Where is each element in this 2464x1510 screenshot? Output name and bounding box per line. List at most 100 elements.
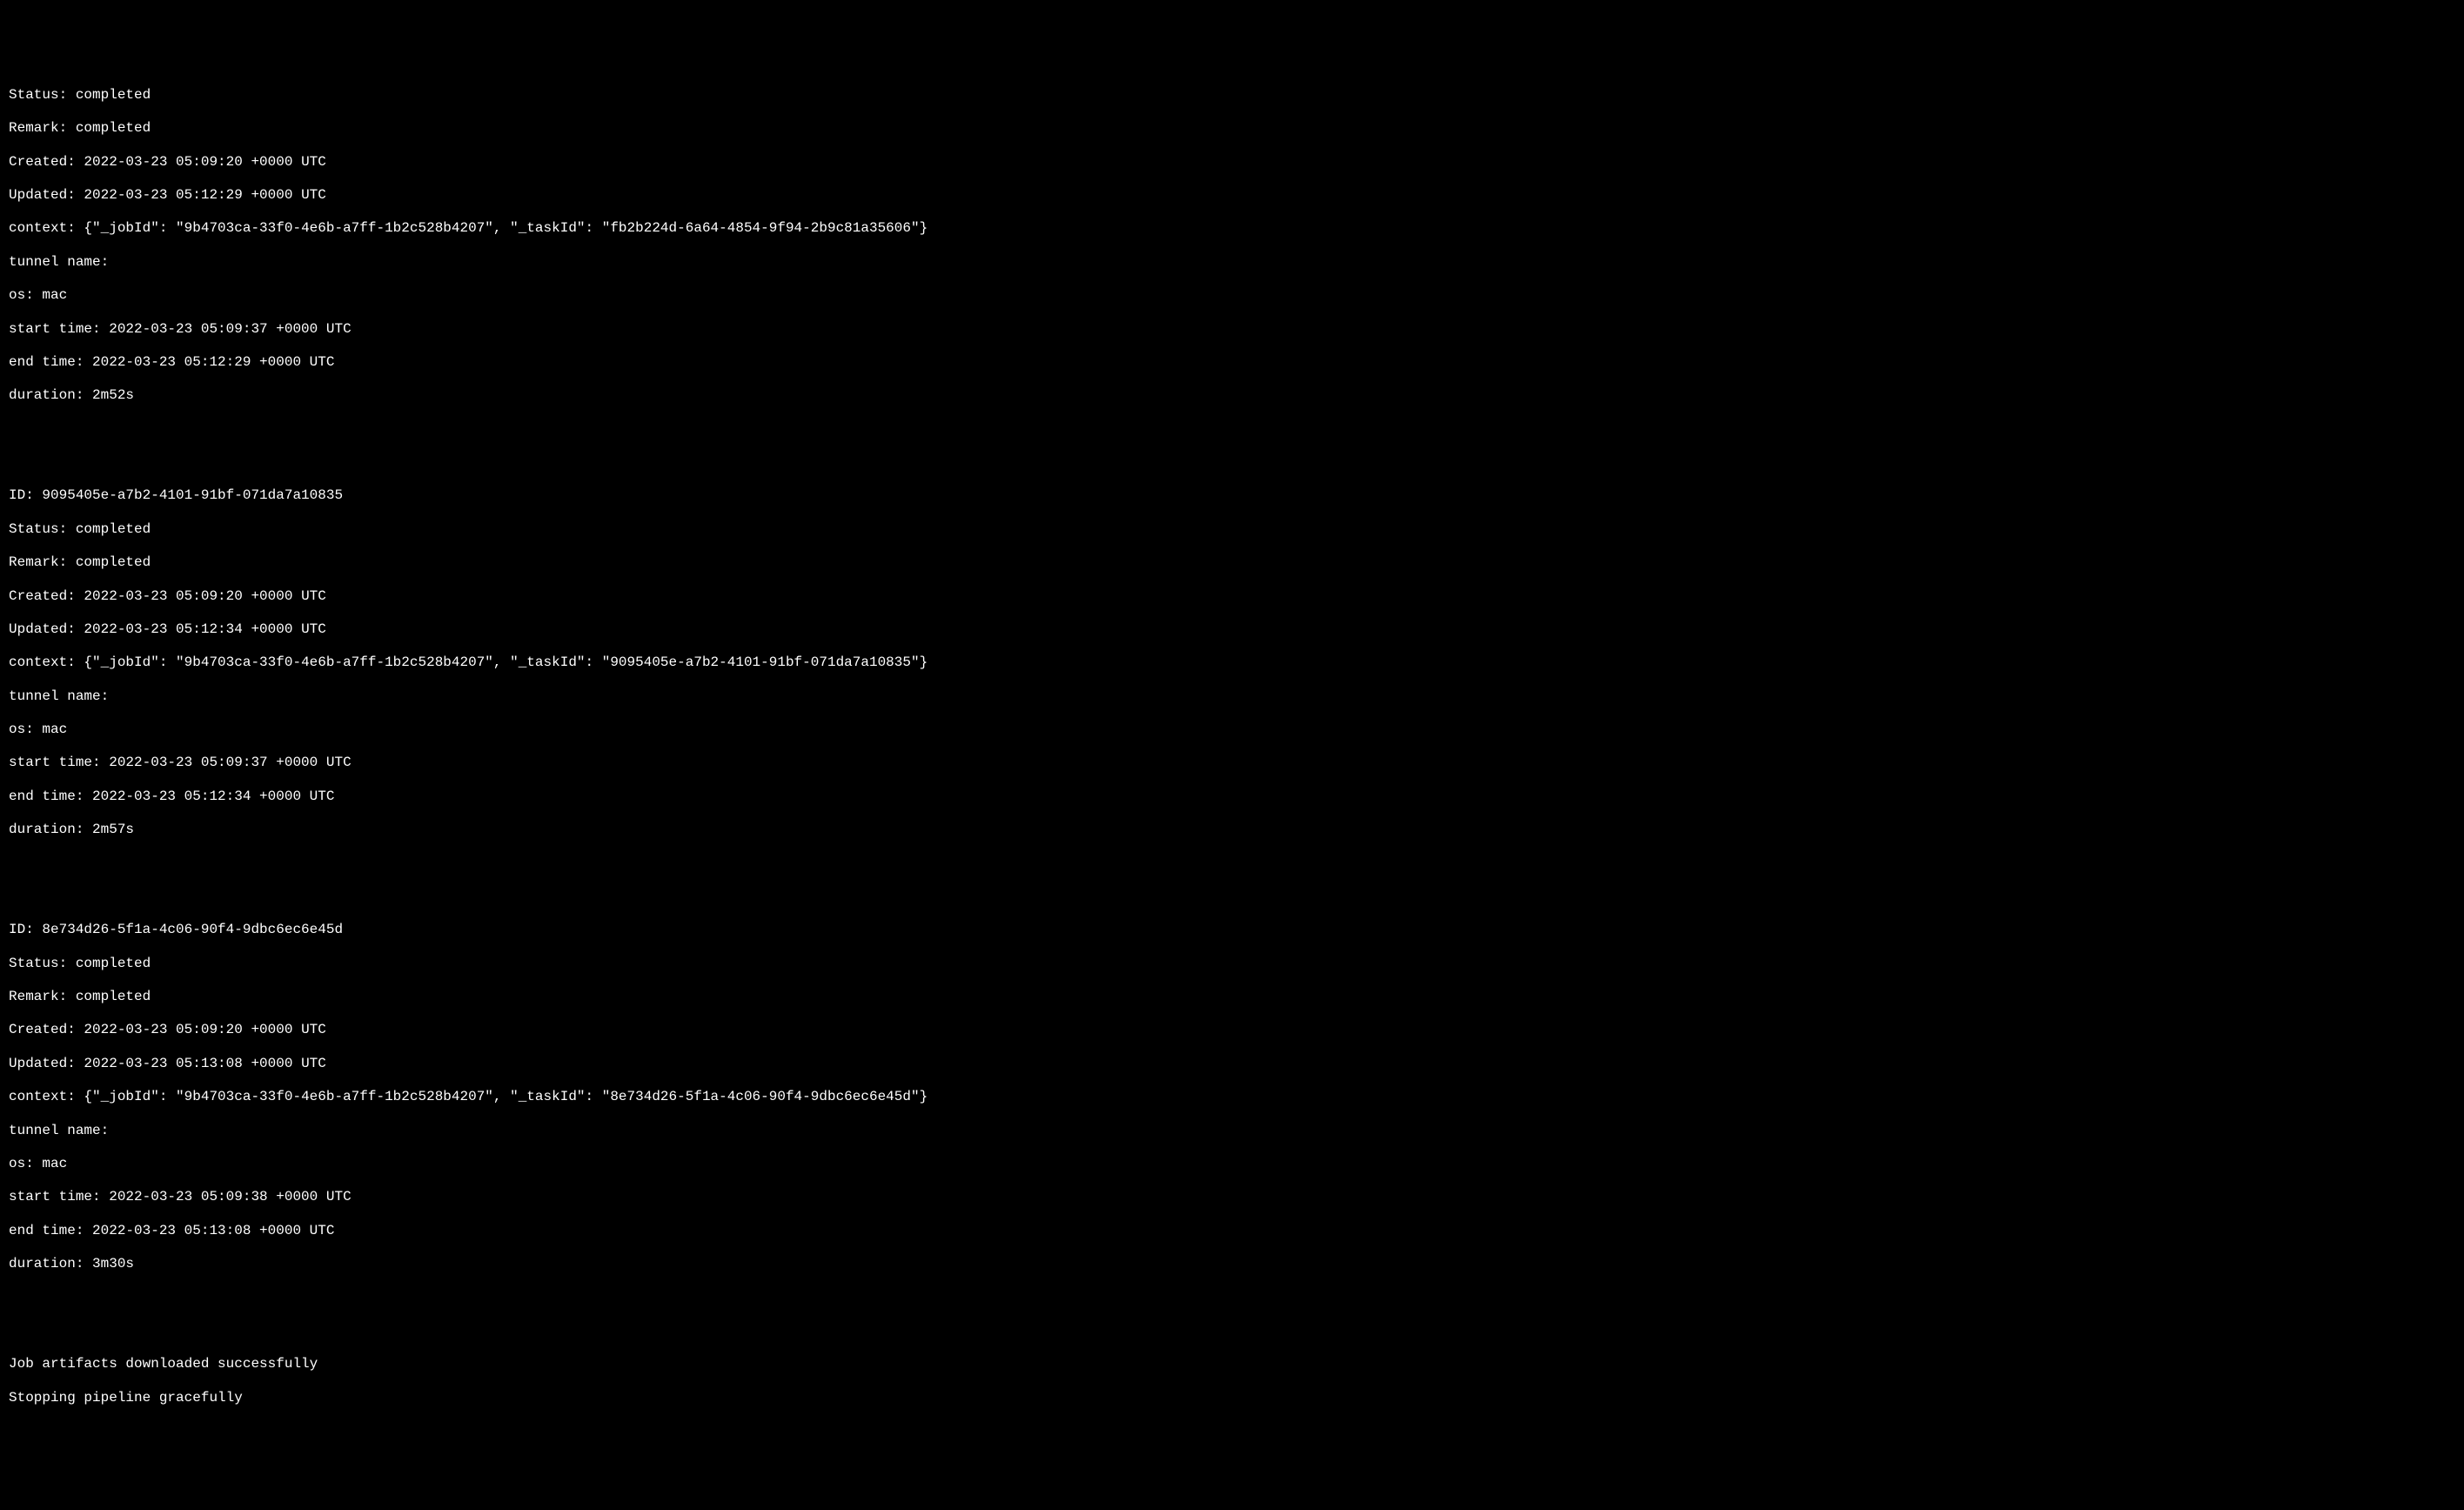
os-value: mac	[42, 287, 67, 303]
context-line: context: {"_jobId": "9b4703ca-33f0-4e6b-…	[9, 1089, 2455, 1105]
blank-line	[9, 856, 2455, 872]
remark-label: Remark:	[9, 120, 76, 136]
context-label: context:	[9, 654, 84, 670]
tunnel-name-label: tunnel name:	[9, 1123, 109, 1138]
end-time-line: end time: 2022-03-23 05:13:08 +0000 UTC	[9, 1223, 2455, 1239]
blank-line	[9, 1289, 2455, 1305]
id-label: ID:	[9, 487, 42, 503]
duration-line: duration: 2m57s	[9, 822, 2455, 838]
status-value: completed	[76, 87, 151, 103]
duration-label: duration:	[9, 387, 92, 403]
context-line: context: {"_jobId": "9b4703ca-33f0-4e6b-…	[9, 654, 2455, 671]
updated-value: 2022-03-23 05:12:29 +0000 UTC	[84, 187, 325, 203]
os-label: os:	[9, 721, 42, 737]
tunnel-name-label: tunnel name:	[9, 254, 109, 270]
tunnel-name-line: tunnel name:	[9, 1123, 2455, 1139]
context-value: {"_jobId": "9b4703ca-33f0-4e6b-a7ff-1b2c…	[84, 1089, 927, 1104]
duration-label: duration:	[9, 822, 92, 837]
start-time-value: 2022-03-23 05:09:38 +0000 UTC	[109, 1189, 351, 1205]
context-label: context:	[9, 1089, 84, 1104]
status-line: Status: completed	[9, 87, 2455, 104]
status-label: Status:	[9, 87, 76, 103]
context-label: context:	[9, 220, 84, 236]
remark-line: Remark: completed	[9, 554, 2455, 571]
duration-label: duration:	[9, 1256, 92, 1272]
remark-line: Remark: completed	[9, 120, 2455, 137]
created-line: Created: 2022-03-23 05:09:20 +0000 UTC	[9, 588, 2455, 605]
os-line: os: mac	[9, 721, 2455, 738]
updated-value: 2022-03-23 05:12:34 +0000 UTC	[84, 621, 325, 637]
id-line: ID: 9095405e-a7b2-4101-91bf-071da7a10835	[9, 487, 2455, 504]
os-label: os:	[9, 287, 42, 303]
updated-line: Updated: 2022-03-23 05:13:08 +0000 UTC	[9, 1056, 2455, 1072]
updated-value: 2022-03-23 05:13:08 +0000 UTC	[84, 1056, 325, 1071]
terminal-output: Status: completed Remark: completed Crea…	[9, 70, 2455, 1423]
context-value: {"_jobId": "9b4703ca-33f0-4e6b-a7ff-1b2c…	[84, 654, 927, 670]
start-time-value: 2022-03-23 05:09:37 +0000 UTC	[109, 755, 351, 770]
blank-line	[9, 421, 2455, 438]
start-time-line: start time: 2022-03-23 05:09:37 +0000 UT…	[9, 755, 2455, 771]
remark-label: Remark:	[9, 989, 76, 1004]
created-line: Created: 2022-03-23 05:09:20 +0000 UTC	[9, 154, 2455, 171]
end-time-value: 2022-03-23 05:12:29 +0000 UTC	[92, 354, 334, 370]
start-time-value: 2022-03-23 05:09:37 +0000 UTC	[109, 321, 351, 337]
updated-label: Updated:	[9, 1056, 84, 1071]
id-value: 9095405e-a7b2-4101-91bf-071da7a10835	[42, 487, 343, 503]
status-line: Status: completed	[9, 956, 2455, 972]
remark-value: completed	[76, 554, 151, 570]
remark-value: completed	[76, 120, 151, 136]
start-time-label: start time:	[9, 321, 109, 337]
os-value: mac	[42, 721, 67, 737]
remark-label: Remark:	[9, 554, 76, 570]
duration-line: duration: 3m30s	[9, 1256, 2455, 1272]
status-label: Status:	[9, 956, 76, 971]
artifacts-line: Job artifacts downloaded successfully	[9, 1356, 2455, 1372]
tunnel-name-line: tunnel name:	[9, 254, 2455, 271]
created-label: Created:	[9, 154, 84, 170]
updated-label: Updated:	[9, 621, 84, 637]
stopping-line: Stopping pipeline gracefully	[9, 1390, 2455, 1406]
updated-label: Updated:	[9, 187, 84, 203]
start-time-label: start time:	[9, 755, 109, 770]
start-time-line: start time: 2022-03-23 05:09:38 +0000 UT…	[9, 1189, 2455, 1205]
context-value: {"_jobId": "9b4703ca-33f0-4e6b-a7ff-1b2c…	[84, 220, 927, 236]
created-value: 2022-03-23 05:09:20 +0000 UTC	[84, 588, 325, 604]
start-time-line: start time: 2022-03-23 05:09:37 +0000 UT…	[9, 321, 2455, 338]
status-label: Status:	[9, 521, 76, 537]
end-time-line: end time: 2022-03-23 05:12:34 +0000 UTC	[9, 789, 2455, 805]
status-value: completed	[76, 521, 151, 537]
duration-value: 2m57s	[92, 822, 134, 837]
os-line: os: mac	[9, 1156, 2455, 1172]
remark-line: Remark: completed	[9, 989, 2455, 1005]
blank-line	[9, 889, 2455, 905]
duration-value: 3m30s	[92, 1256, 134, 1272]
os-line: os: mac	[9, 287, 2455, 304]
duration-line: duration: 2m52s	[9, 387, 2455, 404]
blank-line	[9, 454, 2455, 471]
id-line: ID: 8e734d26-5f1a-4c06-90f4-9dbc6ec6e45d	[9, 922, 2455, 938]
status-line: Status: completed	[9, 521, 2455, 538]
updated-line: Updated: 2022-03-23 05:12:34 +0000 UTC	[9, 621, 2455, 638]
id-label: ID:	[9, 922, 42, 937]
start-time-label: start time:	[9, 1189, 109, 1205]
created-value: 2022-03-23 05:09:20 +0000 UTC	[84, 1022, 325, 1037]
end-time-line: end time: 2022-03-23 05:12:29 +0000 UTC	[9, 354, 2455, 371]
end-time-label: end time:	[9, 789, 92, 804]
duration-value: 2m52s	[92, 387, 134, 403]
tunnel-name-label: tunnel name:	[9, 688, 109, 704]
end-time-label: end time:	[9, 354, 92, 370]
end-time-value: 2022-03-23 05:13:08 +0000 UTC	[92, 1223, 334, 1238]
created-label: Created:	[9, 1022, 84, 1037]
status-value: completed	[76, 956, 151, 971]
tunnel-name-line: tunnel name:	[9, 688, 2455, 705]
updated-line: Updated: 2022-03-23 05:12:29 +0000 UTC	[9, 187, 2455, 204]
blank-line	[9, 1323, 2455, 1339]
created-label: Created:	[9, 588, 84, 604]
context-line: context: {"_jobId": "9b4703ca-33f0-4e6b-…	[9, 220, 2455, 237]
os-label: os:	[9, 1156, 42, 1171]
created-line: Created: 2022-03-23 05:09:20 +0000 UTC	[9, 1022, 2455, 1038]
id-value: 8e734d26-5f1a-4c06-90f4-9dbc6ec6e45d	[42, 922, 343, 937]
created-value: 2022-03-23 05:09:20 +0000 UTC	[84, 154, 325, 170]
remark-value: completed	[76, 989, 151, 1004]
end-time-value: 2022-03-23 05:12:34 +0000 UTC	[92, 789, 334, 804]
